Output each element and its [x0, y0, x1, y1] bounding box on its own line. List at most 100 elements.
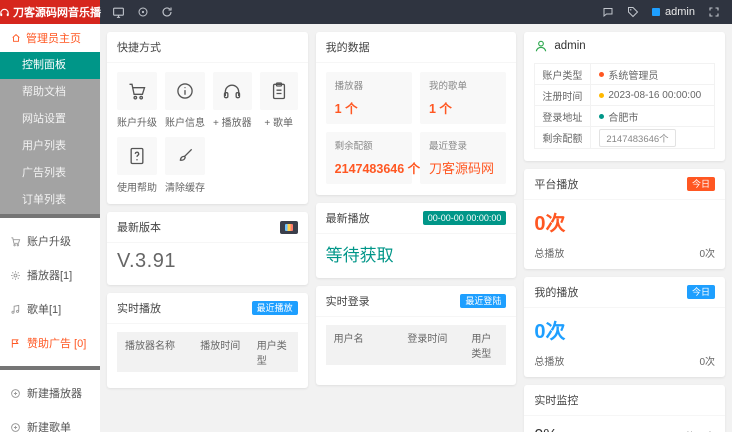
- sidebar-item-admin-home[interactable]: 管理员主页: [0, 24, 100, 52]
- column-3: admin 账户类型 系统管理员 注册时间 2023-08-16 00:00:0…: [524, 32, 726, 432]
- platform-play-count: 0次: [534, 213, 566, 235]
- stat-playlists: 我的歌单 1 个: [420, 72, 507, 124]
- sidebar-item-sponsor-ads[interactable]: 赞助广告 [0]: [0, 326, 100, 360]
- user-menu[interactable]: admin: [652, 6, 695, 18]
- cart-icon: [127, 81, 147, 101]
- account-row-quota: 剩余配额 2147483646个: [535, 127, 714, 148]
- sidebar-item-playlists[interactable]: 歌单[1]: [0, 292, 100, 326]
- sidebar-item-site-settings[interactable]: 网站设置: [0, 106, 100, 133]
- quick-account-info-button[interactable]: 账户信息: [165, 72, 205, 129]
- main-content: 快捷方式 账户升级 账户信息 + 播放器 + 歌单 使用帮助 清除缓存 最新版本…: [100, 24, 732, 432]
- cpu-usage-label: CPU使用率: [664, 428, 715, 432]
- sidebar-item-label: 播放器[1]: [27, 270, 73, 282]
- help-doc-icon: [127, 146, 147, 166]
- sidebar-item-dashboard[interactable]: 控制面板: [0, 52, 100, 79]
- sidebar-item-order-list[interactable]: 订单列表: [0, 187, 100, 214]
- cpu-usage-row: 0% CPU使用率: [534, 418, 715, 432]
- column-header: 用户类型: [471, 334, 492, 360]
- sidebar-item-label: 赞助广告 [0]: [27, 338, 87, 350]
- total-value: 0次: [699, 357, 716, 368]
- flag-icon: [10, 338, 21, 349]
- realtime-play-card: 实时播放 最近播放 播放器名称 播放时间 用户类型: [107, 293, 308, 388]
- sidebar-item-account-upgrade[interactable]: 账户升级: [0, 224, 100, 258]
- total-label: 总播放: [534, 249, 565, 260]
- message-icon[interactable]: [602, 6, 614, 18]
- total-label: 总播放: [534, 357, 565, 368]
- latest-play-status: 等待获取: [325, 246, 394, 265]
- refresh-icon[interactable]: [161, 6, 173, 18]
- headphones-icon: [222, 81, 242, 101]
- column-1: 快捷方式 账户升级 账户信息 + 播放器 + 歌单 使用帮助 清除缓存 最新版本…: [107, 32, 308, 388]
- sidebar-submenu: 控制面板 帮助文档 网站设置 用户列表 广告列表 订单列表: [0, 52, 100, 214]
- stat-last-login: 最近登录 刀客源码网: [420, 132, 507, 184]
- my-data-card: 我的数据 播放器 1 个 我的歌单 1 个 剩余配额 2147483646 个: [315, 32, 517, 195]
- version-number: V.3.91: [117, 250, 176, 272]
- card-title: 快捷方式: [117, 42, 161, 54]
- sidebar-create-group: 新建播放器 新建歌单: [0, 370, 100, 432]
- card-title: 平台播放: [534, 179, 579, 191]
- recent-login-badge: 最近登陆: [460, 294, 507, 308]
- cart-icon: [10, 236, 21, 247]
- card-title: 我的数据: [325, 42, 370, 54]
- topbar-left-tools: [100, 0, 185, 24]
- column-header: 播放时间: [200, 341, 241, 352]
- plus-circle-icon: [10, 388, 21, 399]
- status-dot: [599, 113, 605, 119]
- card-title: 我的播放: [534, 287, 579, 299]
- today-badge: 今日: [687, 177, 716, 191]
- sidebar-item-new-playlist[interactable]: 新建歌单: [0, 410, 100, 432]
- sidebar-item-label: 账户升级: [27, 236, 71, 248]
- card-title: 实时监控: [534, 395, 579, 407]
- sidebar-toggle-icon[interactable]: [112, 6, 125, 19]
- sidebar-item-new-player[interactable]: 新建播放器: [0, 376, 100, 410]
- app-title: 刀客源码网音乐播: [13, 7, 101, 19]
- quick-clear-cache-button[interactable]: 清除缓存: [165, 137, 205, 194]
- quick-shortcuts-card: 快捷方式 账户升级 账户信息 + 播放器 + 歌单 使用帮助 清除缓存: [107, 32, 308, 204]
- column-header: 用户类型: [256, 341, 287, 367]
- app-logo[interactable]: 刀客源码网音乐播: [0, 0, 101, 24]
- quick-add-playlist-button[interactable]: + 歌单: [259, 72, 298, 129]
- sidebar-item-players[interactable]: 播放器[1]: [0, 258, 100, 292]
- clipboard-icon: [269, 81, 289, 101]
- column-2: 我的数据 播放器 1 个 我的歌单 1 个 剩余配额 2147483646 个: [315, 32, 517, 385]
- card-title: 最新版本: [117, 222, 161, 234]
- my-play-count: 0次: [534, 321, 566, 343]
- card-title: 实时登录: [325, 296, 370, 308]
- topbar-right-tools: admin: [590, 0, 732, 24]
- stat-players: 播放器 1 个: [325, 72, 412, 124]
- account-username: admin: [554, 40, 586, 52]
- stat-quota: 剩余配额 2147483646 个: [325, 132, 420, 184]
- home-icon: [11, 33, 21, 43]
- realtime-login-card: 实时登录 最近登陆 用户名 登录时间 用户类型: [315, 286, 517, 385]
- sidebar-item-label: 新建歌单: [27, 422, 71, 432]
- sidebar-item-help-docs[interactable]: 帮助文档: [0, 79, 100, 106]
- fullscreen-icon[interactable]: [708, 6, 720, 18]
- account-row-location: 登录地址 合肥市: [535, 106, 715, 127]
- card-title: 实时播放: [117, 303, 161, 315]
- playlist-icon: [10, 304, 21, 315]
- latest-version-card: 最新版本 V.3.91: [107, 212, 308, 285]
- version-badge-icon[interactable]: [279, 220, 298, 234]
- sidebar-item-ad-list[interactable]: 广告列表: [0, 160, 100, 187]
- latest-play-time-badge: 00-00-00 00:00:00: [422, 211, 507, 225]
- sidebar-tools-group: 账户升级 播放器[1] 歌单[1] 赞助广告 [0]: [0, 218, 100, 366]
- sidebar-item-label: 新建播放器: [27, 388, 82, 400]
- quota-value: 2147483646个: [599, 128, 676, 147]
- theme-dot-icon[interactable]: [137, 6, 149, 18]
- account-info-card: admin 账户类型 系统管理员 注册时间 2023-08-16 00:00:0…: [524, 32, 726, 161]
- realtime-monitor-card: 实时监控 0% CPU使用率 0% 内存占用率(0/0): [524, 385, 726, 432]
- plus-circle-icon: [10, 422, 21, 432]
- quick-account-upgrade-button[interactable]: 账户升级: [117, 72, 157, 129]
- sidebar: 管理员主页 控制面板 帮助文档 网站设置 用户列表 广告列表 订单列表 账户升级…: [0, 24, 100, 432]
- sidebar-item-user-list[interactable]: 用户列表: [0, 133, 100, 160]
- recent-play-badge: 最近播放: [251, 301, 298, 315]
- tag-icon[interactable]: [627, 6, 639, 18]
- quick-help-button[interactable]: 使用帮助: [117, 137, 157, 194]
- cpu-usage-value: 0%: [534, 427, 557, 432]
- quick-add-player-button[interactable]: + 播放器: [213, 72, 252, 129]
- card-title: 最新播放: [325, 213, 370, 225]
- my-play-card: 我的播放 今日 0次 总播放 0次: [524, 277, 726, 377]
- latest-play-card: 最新播放 00-00-00 00:00:00 等待获取: [315, 203, 517, 278]
- avatar: [652, 8, 661, 16]
- column-header: 播放器名称: [125, 341, 175, 352]
